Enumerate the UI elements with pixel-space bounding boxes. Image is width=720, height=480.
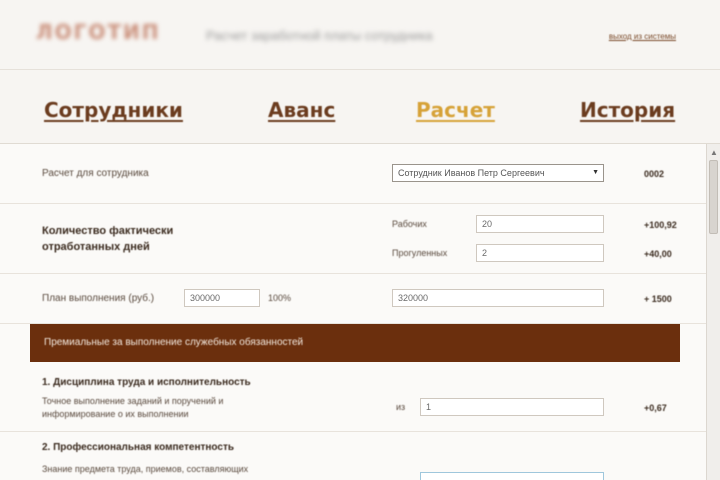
missed-days-label: Прогуленных — [392, 248, 448, 258]
missed-days-total: +40,00 — [644, 249, 672, 259]
missed-days-input[interactable] — [476, 244, 604, 262]
nav-history[interactable]: История — [580, 98, 675, 122]
criterion-score-input[interactable] — [420, 398, 604, 416]
criterion-desc-line1: Точное выполнение заданий и поручений и — [42, 396, 224, 406]
worked-days-input[interactable] — [476, 215, 604, 233]
fact-input[interactable] — [392, 289, 604, 307]
criterion-desc-line2: информирование о их выполнении — [42, 409, 189, 419]
logo[interactable]: ЛОГОТИП — [36, 20, 160, 44]
days-row: Количество фактически отработанных дней … — [0, 204, 706, 274]
days-label-line2: отработанных дней — [42, 241, 150, 253]
nav-employees[interactable]: Сотрудники — [44, 98, 183, 122]
calculation-form: Расчет для сотрудника Сотрудник Иванов П… — [0, 144, 706, 480]
worked-days-label: Рабочих — [392, 219, 427, 229]
plan-total: + 1500 — [644, 294, 672, 304]
employee-code: 0002 — [644, 169, 665, 179]
nav-calculation[interactable]: Расчет — [416, 98, 495, 122]
criterion-total: +0,67 — [644, 403, 667, 413]
criterion-title: 1. Дисциплина труда и исполнительность — [42, 377, 251, 388]
bonus-section-title: Премиальные за выполнение служебных обяз… — [44, 337, 304, 348]
criterion-title: 2. Профессиональная компетентность — [42, 442, 235, 453]
plan-input[interactable] — [184, 289, 260, 307]
employee-row: Расчет для сотрудника Сотрудник Иванов П… — [0, 144, 706, 204]
days-label-line1: Количество фактически — [42, 225, 174, 237]
plan-label: План выполнения (руб.) — [42, 293, 155, 304]
criterion-row: 2. Профессиональная компетентность Знани… — [0, 432, 706, 480]
criterion-row: 1. Дисциплина труда и исполнительность Т… — [0, 362, 706, 432]
main-nav: Сотрудники Аванс Расчет История — [0, 70, 720, 144]
criterion-score-input[interactable] — [420, 472, 604, 480]
plan-row: План выполнения (руб.) 100% + 1500 — [0, 274, 706, 324]
scrollbar-thumb[interactable] — [709, 160, 718, 234]
bonus-section-header: Премиальные за выполнение служебных обяз… — [30, 324, 680, 362]
vertical-scrollbar[interactable]: ▲ — [706, 144, 720, 480]
employee-select-value: Сотрудник Иванов Петр Сергеевич — [398, 168, 545, 178]
criterion-prefix: из — [396, 402, 406, 412]
worked-days-total: +100,92 — [644, 220, 677, 230]
chevron-down-icon: ▼ — [592, 169, 599, 176]
employee-label: Расчет для сотрудника — [42, 168, 149, 179]
page-header: ЛОГОТИП Расчет заработной платы сотрудни… — [0, 0, 720, 70]
nav-advance[interactable]: Аванс — [268, 98, 335, 122]
plan-percent: 100% — [268, 293, 292, 303]
criterion-desc-line1: Знание предмета труда, приемов, составля… — [42, 464, 249, 474]
employee-select[interactable]: Сотрудник Иванов Петр Сергеевич ▼ — [392, 164, 604, 182]
scroll-up-icon[interactable]: ▲ — [710, 148, 718, 157]
logout-link[interactable]: выход из системы — [609, 32, 676, 41]
header-tagline: Расчет заработной платы сотрудника — [206, 28, 433, 43]
